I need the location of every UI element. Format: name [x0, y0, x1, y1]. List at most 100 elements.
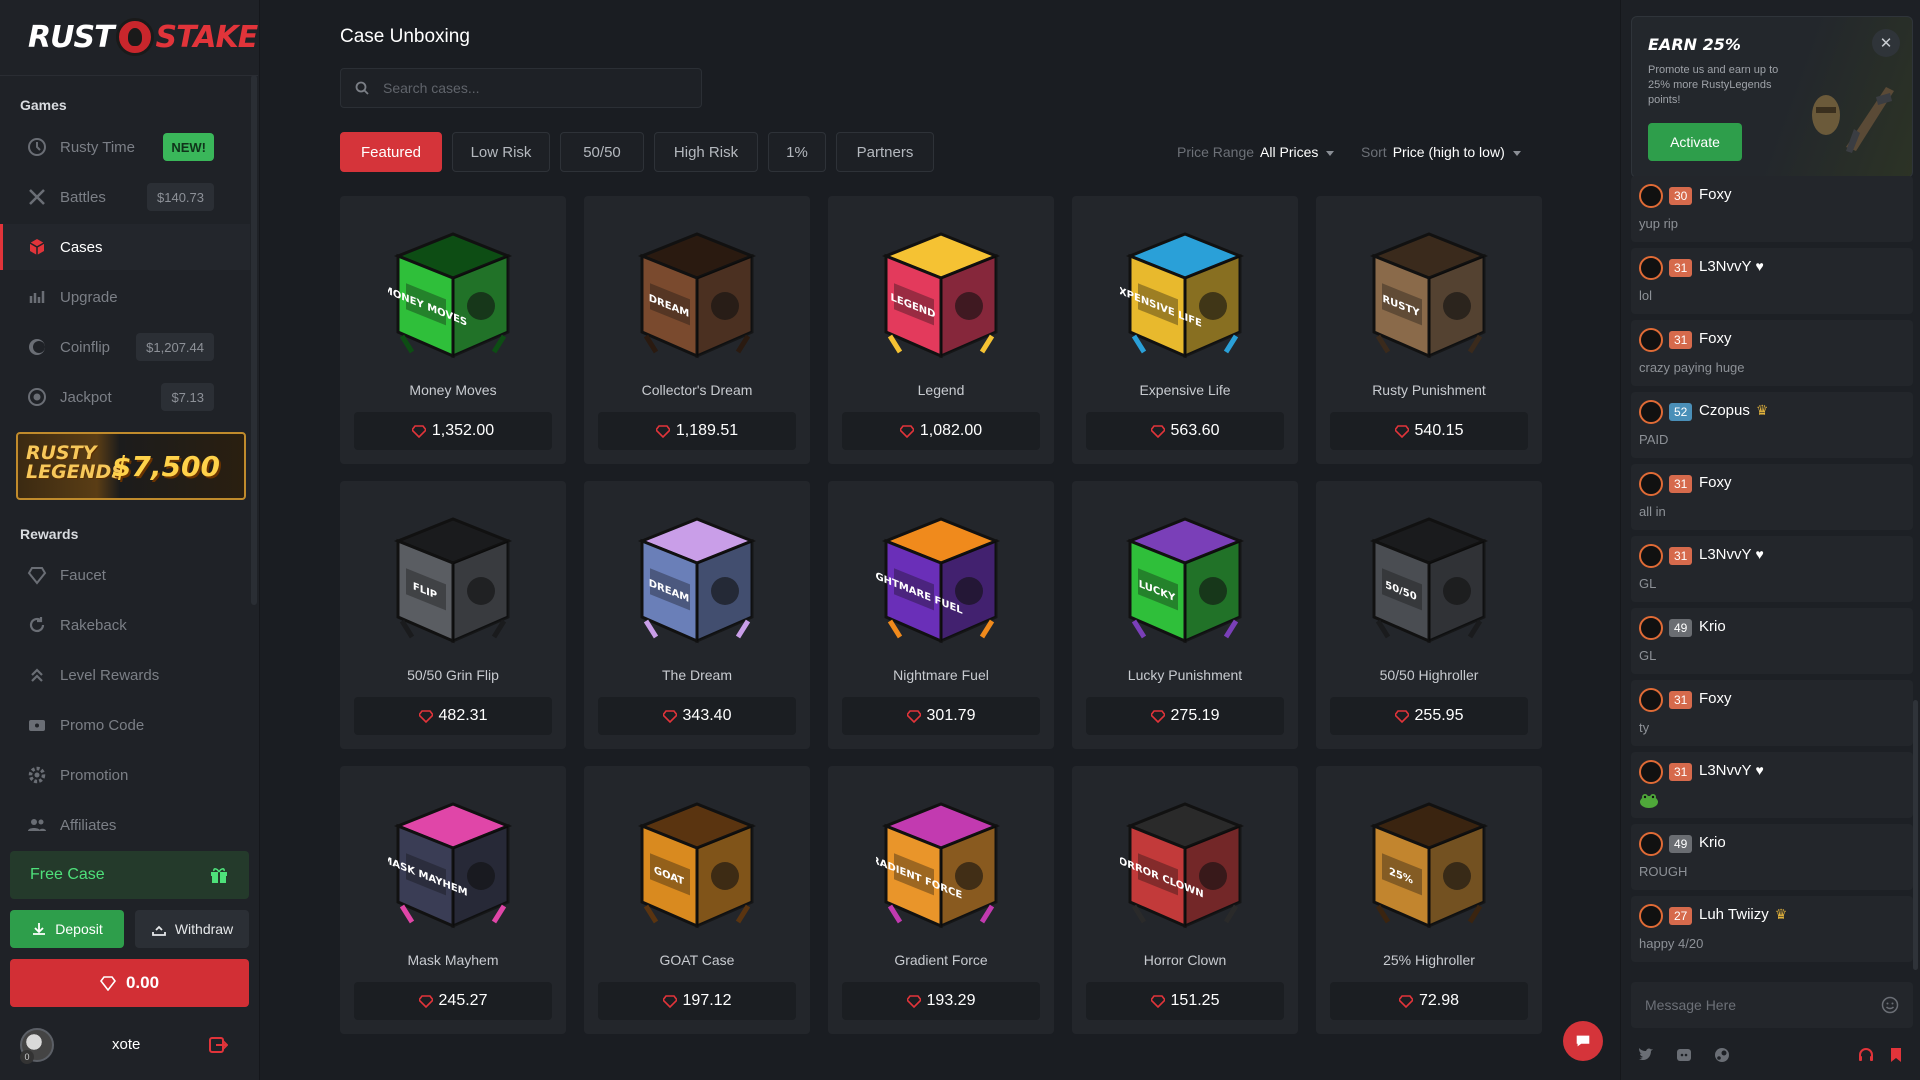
filter-low-risk[interactable]: Low Risk	[452, 132, 550, 172]
sidebar-item-coinflip[interactable]: Coinflip $1,207.44	[0, 324, 250, 370]
avatar[interactable]	[1639, 400, 1663, 424]
case-card[interactable]: MONEY MOVES Money Moves 1,352.00	[340, 196, 566, 464]
steam-icon[interactable]	[1713, 1046, 1731, 1064]
case-card[interactable]: NIGHTMARE FUEL Nightmare Fuel 301.79	[828, 481, 1054, 749]
filter-partners[interactable]: Partners	[836, 132, 934, 172]
avatar[interactable]	[1639, 328, 1663, 352]
sort-dropdown[interactable]: Sort Price (high to low)	[1361, 144, 1521, 160]
case-name: Collector's Dream	[641, 382, 753, 398]
case-price-button[interactable]: 197.12	[598, 982, 796, 1020]
avatar[interactable]	[1639, 688, 1663, 712]
case-price-button[interactable]: 301.79	[842, 697, 1040, 735]
search-bar[interactable]	[340, 68, 702, 108]
free-case-button[interactable]: Free Case	[10, 851, 249, 899]
sidebar-item-cases[interactable]: Cases	[0, 224, 250, 270]
sidebar-item-battles[interactable]: Battles $140.73	[0, 174, 250, 220]
avatar[interactable]	[1639, 760, 1663, 784]
filter-high-risk[interactable]: High Risk	[654, 132, 758, 172]
close-icon[interactable]: ✕	[1872, 29, 1900, 57]
case-card[interactable]: HORROR CLOWN Horror Clown 151.25	[1072, 766, 1298, 1034]
chat-username[interactable]: Foxy	[1699, 330, 1732, 347]
sidebar-item-label: Jackpot	[60, 388, 112, 406]
chat-username[interactable]: Foxy	[1699, 474, 1732, 491]
chat-username[interactable]: L3NvvY ♥	[1699, 546, 1764, 563]
case-price-button[interactable]: 1,082.00	[842, 412, 1040, 450]
case-price: 482.31	[438, 707, 488, 724]
case-price-button[interactable]: 151.25	[1086, 982, 1284, 1020]
username[interactable]: xote	[112, 1036, 140, 1053]
case-price-button[interactable]: 193.29	[842, 982, 1040, 1020]
chat-username[interactable]: L3NvvY ♥	[1699, 258, 1764, 275]
bookmark-icon[interactable]	[1887, 1046, 1905, 1064]
avatar[interactable]	[1639, 832, 1663, 856]
case-price-button[interactable]: 563.60	[1086, 412, 1284, 450]
case-card[interactable]: DREAM The Dream 343.40	[584, 481, 810, 749]
sidebar-item-faucet[interactable]: Faucet	[0, 552, 250, 598]
chat-scrollbar[interactable]	[1913, 700, 1918, 970]
avatar[interactable]	[1639, 616, 1663, 640]
logo[interactable]: RUST STAKE	[28, 14, 258, 60]
case-price-button[interactable]: 540.15	[1330, 412, 1528, 450]
activate-button[interactable]: Activate	[1648, 123, 1742, 161]
price-range-dropdown[interactable]: Price Range All Prices	[1177, 144, 1335, 160]
emoji-icon[interactable]	[1881, 996, 1899, 1014]
chat-username[interactable]: L3NvvY ♥	[1699, 762, 1764, 779]
sidebar-item-rusty-time[interactable]: Rusty Time NEW!	[0, 124, 250, 170]
chat-toggle-button[interactable]	[1563, 1021, 1603, 1061]
case-price-button[interactable]: 255.95	[1330, 697, 1528, 735]
sidebar-item-jackpot[interactable]: Jackpot $7.13	[0, 374, 250, 420]
sidebar-item-upgrade[interactable]: Upgrade	[0, 274, 250, 320]
search-input[interactable]	[383, 80, 683, 96]
case-card[interactable]: GOAT GOAT Case 197.12	[584, 766, 810, 1034]
avatar[interactable]	[1639, 904, 1663, 928]
filter-50-50[interactable]: 50/50	[560, 132, 644, 172]
sidebar-item-promo-code[interactable]: Promo Code	[0, 702, 250, 748]
avatar[interactable]	[1639, 544, 1663, 568]
sidebar-item-level-rewards[interactable]: Level Rewards	[0, 652, 250, 698]
filter-1-percent[interactable]: 1%	[768, 132, 826, 172]
case-card[interactable]: DREAM Collector's Dream 1,189.51	[584, 196, 810, 464]
filter-featured[interactable]: Featured	[340, 132, 442, 172]
sidebar-item-rakeback[interactable]: Rakeback	[0, 602, 250, 648]
discord-icon[interactable]	[1675, 1046, 1693, 1064]
sidebar-scrollbar[interactable]	[251, 75, 257, 605]
rusty-legends-banner[interactable]: RUSTY LEGENDS $7,500	[16, 432, 246, 500]
twitter-icon[interactable]	[1637, 1046, 1655, 1064]
chat-username[interactable]: Czopus ♛	[1699, 402, 1768, 419]
case-card[interactable]: LUCKY Lucky Punishment 275.19	[1072, 481, 1298, 749]
chat-input-bar[interactable]	[1631, 982, 1913, 1028]
sidebar-item-promotion[interactable]: Promotion	[0, 752, 250, 798]
chat-username[interactable]: Foxy	[1699, 186, 1732, 203]
case-price-button[interactable]: 343.40	[598, 697, 796, 735]
case-card[interactable]: FLIP 50/50 Grin Flip 482.31	[340, 481, 566, 749]
avatar[interactable]	[1639, 184, 1663, 208]
chat-message: 27 Luh Twiizy ♛ happy 4/20	[1631, 896, 1913, 962]
withdraw-button[interactable]: Withdraw	[135, 910, 249, 948]
case-price-button[interactable]: 245.27	[354, 982, 552, 1020]
chat-username[interactable]: Luh Twiizy ♛	[1699, 906, 1787, 923]
case-card[interactable]: 25% 25% Highroller 72.98	[1316, 766, 1542, 1034]
case-card[interactable]: 50/50 50/50 Highroller 255.95	[1316, 481, 1542, 749]
case-price-button[interactable]: 1,352.00	[354, 412, 552, 450]
case-price-button[interactable]: 72.98	[1330, 982, 1528, 1020]
case-price-button[interactable]: 1,189.51	[598, 412, 796, 450]
balance-button[interactable]: 0.00	[10, 959, 249, 1007]
avatar[interactable]	[1639, 256, 1663, 280]
case-card[interactable]: LEGEND Legend 1,082.00	[828, 196, 1054, 464]
case-price-button[interactable]: 482.31	[354, 697, 552, 735]
chat-username[interactable]: Foxy	[1699, 690, 1732, 707]
case-price-button[interactable]: 275.19	[1086, 697, 1284, 735]
avatar[interactable]	[1639, 472, 1663, 496]
case-card[interactable]: RUSTY Rusty Punishment 540.15	[1316, 196, 1542, 464]
sidebar-item-affiliates[interactable]: Affiliates	[0, 802, 250, 848]
headset-icon[interactable]	[1857, 1046, 1875, 1064]
chat-username[interactable]: Krio	[1699, 834, 1726, 851]
chat-message: 31 Foxy all in	[1631, 464, 1913, 530]
deposit-button[interactable]: Deposit	[10, 910, 124, 948]
logout-icon[interactable]	[208, 1035, 228, 1055]
case-card[interactable]: MASK MAYHEM Mask Mayhem 245.27	[340, 766, 566, 1034]
chat-username[interactable]: Krio	[1699, 618, 1726, 635]
chat-message-input[interactable]	[1645, 997, 1865, 1013]
case-card[interactable]: EXPENSIVE LIFE Expensive Life 563.60	[1072, 196, 1298, 464]
case-card[interactable]: GRADIENT FORCE Gradient Force 193.29	[828, 766, 1054, 1034]
